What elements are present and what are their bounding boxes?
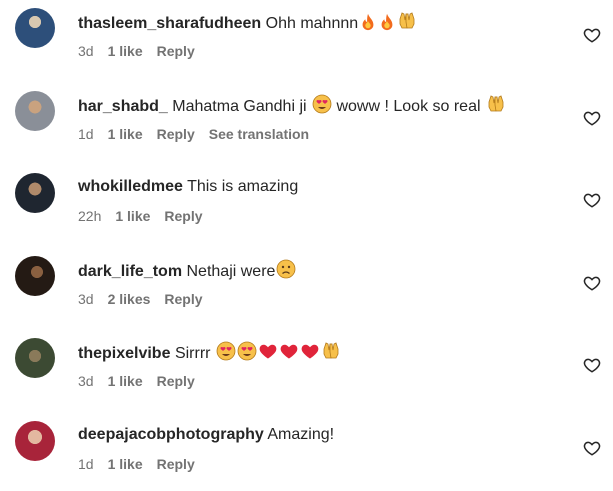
- comment-item: thepixelvibe Sirrrr 3d 1 like Reply: [0, 338, 613, 408]
- fire-icon: [378, 13, 396, 38]
- likes-count[interactable]: 1 like: [108, 126, 143, 142]
- comment-username[interactable]: whokilledmee: [78, 178, 183, 195]
- heart-eyes-icon: [237, 341, 257, 368]
- raising-hands-icon: [397, 11, 417, 38]
- red-heart-icon: [279, 341, 299, 368]
- comment-meta: 1d 1 like Reply: [78, 455, 209, 473]
- reply-button[interactable]: Reply: [157, 43, 195, 59]
- comment-meta: 3d 2 likes Reply: [78, 290, 217, 308]
- reply-button[interactable]: Reply: [157, 373, 195, 389]
- comment-text: This is amazing: [187, 178, 299, 195]
- comment-body: dark_life_tom Nethaji were: [78, 259, 296, 286]
- reply-button[interactable]: Reply: [157, 456, 195, 472]
- avatar[interactable]: [15, 421, 55, 461]
- avatar[interactable]: [15, 173, 55, 213]
- see-translation-button[interactable]: See translation: [209, 126, 309, 142]
- comment-time[interactable]: 1d: [78, 126, 94, 142]
- heart-outline-icon[interactable]: [583, 439, 601, 457]
- raising-hands-icon: [321, 341, 341, 368]
- avatar[interactable]: [15, 8, 55, 48]
- comment-body: thasleem_sharafudheen Ohh mahnnn: [78, 11, 417, 38]
- avatar[interactable]: [15, 91, 55, 131]
- comment-body: thepixelvibe Sirrrr: [78, 341, 341, 368]
- comment-body: har_shabd_ Mahatma Gandhi ji woww ! Look…: [78, 94, 506, 121]
- reply-button[interactable]: Reply: [164, 291, 202, 307]
- comment-text: Ohh mahnnn: [265, 15, 359, 32]
- comment-time[interactable]: 22h: [78, 208, 101, 224]
- comment-username[interactable]: har_shabd_: [78, 98, 168, 115]
- comment-time[interactable]: 1d: [78, 456, 94, 472]
- heart-eyes-icon: [312, 94, 332, 121]
- comment-meta: 3d 1 like Reply: [78, 42, 209, 60]
- heart-outline-icon[interactable]: [583, 274, 601, 292]
- red-heart-icon: [258, 341, 278, 368]
- red-heart-icon: [300, 341, 320, 368]
- comment-time[interactable]: 3d: [78, 373, 94, 389]
- avatar[interactable]: [15, 338, 55, 378]
- comment-username[interactable]: thasleem_sharafudheen: [78, 15, 261, 32]
- heart-outline-icon[interactable]: [583, 109, 601, 127]
- comment-body: deepajacobphotography Amazing!: [78, 424, 334, 446]
- likes-count[interactable]: 1 like: [108, 373, 143, 389]
- reply-button[interactable]: Reply: [157, 126, 195, 142]
- comment-item: dark_life_tom Nethaji were 3d 2 likes Repl…: [0, 256, 613, 326]
- comment-username[interactable]: thepixelvibe: [78, 345, 170, 362]
- comment-text: Mahatma Gandhi ji: [172, 98, 307, 115]
- comments-list: thasleem_sharafudheen Ohh mahnnn 3d 1 lik…: [0, 0, 613, 481]
- likes-count[interactable]: 1 like: [108, 456, 143, 472]
- likes-count[interactable]: 1 like: [108, 43, 143, 59]
- comment-item: thasleem_sharafudheen Ohh mahnnn 3d 1 lik…: [0, 8, 613, 78]
- comment-text: Nethaji were: [186, 263, 276, 280]
- comment-text: Sirrrr: [174, 345, 211, 362]
- heart-outline-icon[interactable]: [583, 26, 601, 44]
- comment-username[interactable]: dark_life_tom: [78, 263, 182, 280]
- comment-text: Amazing!: [267, 426, 335, 443]
- heart-outline-icon[interactable]: [583, 356, 601, 374]
- comment-meta: 3d 1 like Reply: [78, 372, 209, 390]
- comment-text-continued: woww ! Look so real: [336, 98, 481, 115]
- raising-hands-icon: [486, 94, 506, 121]
- comment-username[interactable]: deepajacobphotography: [78, 426, 264, 443]
- likes-count[interactable]: 1 like: [115, 208, 150, 224]
- comment-meta: 22h 1 like Reply: [78, 207, 217, 225]
- reply-button[interactable]: Reply: [164, 208, 202, 224]
- comment-time[interactable]: 3d: [78, 291, 94, 307]
- avatar[interactable]: [15, 256, 55, 296]
- comment-meta: 1d 1 like Reply See translation: [78, 125, 323, 143]
- comment-body: whokilledmee This is amazing: [78, 176, 298, 198]
- heart-eyes-icon: [216, 341, 236, 368]
- fire-icon: [359, 13, 377, 38]
- likes-count[interactable]: 2 likes: [108, 291, 151, 307]
- sad-face-icon: [276, 259, 296, 286]
- comment-item: whokilledmee This is amazing 22h 1 like Re…: [0, 173, 613, 243]
- heart-outline-icon[interactable]: [583, 191, 601, 209]
- comment-item: har_shabd_ Mahatma Gandhi ji woww ! Look…: [0, 91, 613, 161]
- comment-time[interactable]: 3d: [78, 43, 94, 59]
